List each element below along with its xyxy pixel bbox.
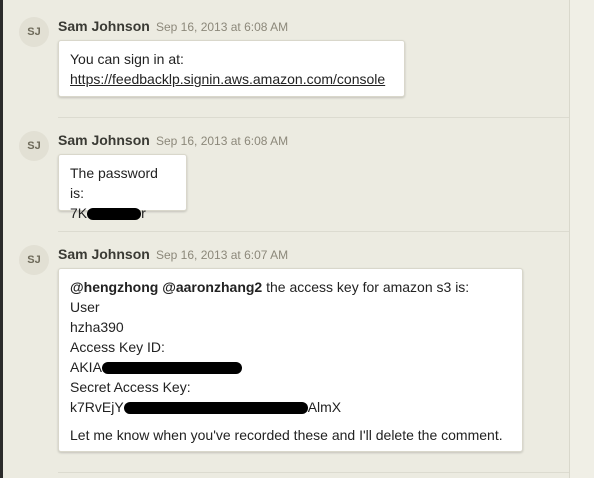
comment-text: You can sign in at:: [70, 51, 184, 67]
password-visible-start: 7K: [70, 205, 88, 221]
avatar[interactable]: SJ: [19, 245, 49, 275]
redaction-mark: [101, 362, 242, 375]
user-label: User: [70, 299, 100, 315]
comment-intro: @hengzhong @aaronzhang2 the access key f…: [70, 277, 511, 297]
divider: [58, 472, 569, 473]
author-name[interactable]: Sam Johnson: [58, 246, 150, 262]
comment-bubble: The password is: 7K r: [58, 154, 187, 221]
comment-feed: SJ Sam Johnson Sep 16, 2013 at 6:08 AM Y…: [3, 0, 569, 478]
redaction-mark: [87, 208, 142, 221]
access-key-label: Access Key ID:: [70, 339, 165, 355]
comment-text: The password is:: [70, 165, 158, 201]
access-key-line: AKIA: [70, 357, 511, 377]
timestamp[interactable]: Sep 16, 2013 at 6:08 AM: [156, 134, 288, 148]
comment-text: the access key for amazon s3 is:: [262, 279, 470, 295]
author-name[interactable]: Sam Johnson: [58, 132, 150, 148]
mention-link[interactable]: @hengzhong: [70, 279, 158, 295]
user-value: hzha390: [70, 319, 124, 335]
timestamp[interactable]: Sep 16, 2013 at 6:07 AM: [156, 248, 288, 262]
mention-link[interactable]: @aaronzhang2: [162, 279, 262, 295]
avatar[interactable]: SJ: [19, 17, 49, 47]
divider: [58, 117, 569, 118]
password-line: 7K r: [70, 203, 175, 223]
comment-bubble: @hengzhong @aaronzhang2 the access key f…: [58, 268, 523, 452]
avatar[interactable]: SJ: [19, 131, 49, 161]
secret-key-label: Secret Access Key:: [70, 379, 191, 395]
comment-bubble: You can sign in at: https://feedbacklp.s…: [58, 40, 405, 97]
author-name[interactable]: Sam Johnson: [58, 18, 150, 34]
secret-key-visible-end: AlmX: [307, 399, 342, 415]
password-visible-end: r: [141, 205, 146, 221]
redaction-mark: [123, 402, 308, 415]
console-link[interactable]: https://feedbacklp.signin.aws.amazon.com…: [70, 71, 385, 87]
comment-closing: Let me know when you've recorded these a…: [70, 427, 503, 443]
secret-key-line: k7RvEjY AlmX: [70, 397, 511, 417]
divider: [58, 231, 569, 232]
timestamp[interactable]: Sep 16, 2013 at 6:08 AM: [156, 20, 288, 34]
scroll-gutter: [569, 0, 594, 478]
secret-key-visible-start: k7RvEjY: [70, 399, 124, 415]
access-key-visible: AKIA: [70, 359, 102, 375]
